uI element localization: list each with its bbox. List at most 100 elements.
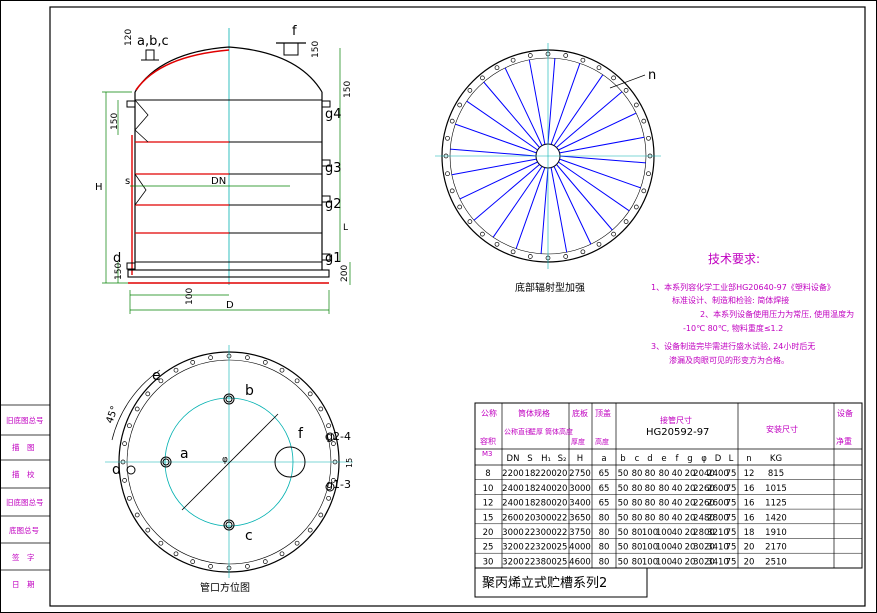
note-line-1: 1、本系列容化学工业部HG20640-97《塑料设备》 — [651, 282, 835, 292]
left-row-3: 旧底图总号 — [6, 497, 44, 507]
plan-label-b: b — [245, 383, 254, 399]
table-cell: 65 — [599, 469, 610, 479]
table-cell: 22 — [557, 513, 568, 523]
bolt-hole — [611, 231, 616, 237]
label-s: s — [125, 176, 130, 187]
rib — [558, 161, 630, 212]
plan-label-c: c — [245, 528, 253, 544]
table-cell: 50 — [618, 484, 629, 494]
break-line — [134, 99, 149, 143]
plan-bolt-hole — [318, 512, 324, 518]
note-line-2: 标准设计、制造和检验: 简体焊接 — [672, 295, 789, 305]
table-cell: 40 — [672, 557, 683, 567]
plan-bolt-hole — [262, 559, 268, 564]
bolt-hole — [623, 219, 629, 224]
table-cell: 80 — [599, 543, 610, 553]
plan-bolt-hole — [208, 355, 213, 360]
plan-label-g24: g2-4 — [326, 430, 351, 443]
table-cell: 3000 — [569, 484, 591, 494]
rib — [559, 155, 646, 164]
column-header-5: a — [601, 454, 606, 464]
table-cell: 25 — [557, 543, 568, 553]
note-line-3: 2、本系列设备使用压力为常压, 使用温度为 — [700, 309, 854, 319]
table-cell: 75 — [726, 484, 737, 494]
table-cell: 50 — [618, 557, 629, 567]
plan-bolt-hole — [158, 540, 164, 546]
plan-bolt-hole — [262, 360, 268, 365]
table-cell: 815 — [768, 469, 784, 479]
rib — [455, 123, 537, 154]
table-cell: 80 — [632, 484, 643, 494]
table-cell: 100 — [656, 543, 672, 553]
table-cell: 75 — [726, 499, 737, 509]
table-cell: 20 — [744, 543, 755, 553]
plan-bolt-hole — [245, 564, 250, 569]
table-cell: 100 — [656, 557, 672, 567]
plan-bolt-hole — [127, 495, 132, 501]
bolt-hole — [494, 241, 500, 247]
rib — [558, 112, 637, 151]
table-cell: 80 — [632, 543, 643, 553]
table-cell: 80 — [659, 513, 670, 523]
bolt-hole — [510, 249, 516, 255]
plan-bolt-hole — [294, 378, 300, 384]
th-vol: 公称 — [481, 408, 497, 418]
table-cell: 80 — [659, 469, 670, 479]
table-cell: 80 — [599, 528, 610, 538]
plan-bolt-hole — [122, 478, 127, 483]
th-volunit: M3 — [482, 450, 493, 458]
table-cell: 75 — [726, 543, 737, 553]
table-cell: 80 — [599, 513, 610, 523]
table-cell: 2400 — [502, 484, 524, 494]
table-cell: 22 — [557, 528, 568, 538]
table-cell: 20 — [483, 528, 494, 538]
column-header-0: DN — [507, 454, 520, 464]
rib — [559, 158, 641, 189]
bolt-hole — [480, 75, 485, 81]
plan-label-a: a — [180, 446, 189, 462]
column-header-12: φ — [701, 454, 707, 464]
plan-dim-15: 15 — [345, 458, 354, 468]
plan-bolt-hole — [134, 512, 140, 518]
column-header-7: c — [635, 454, 640, 464]
table-cell: 80 — [659, 484, 670, 494]
bolt-hole — [633, 102, 639, 108]
nozzle-f — [283, 42, 299, 56]
plan-bolt-hole — [279, 367, 285, 373]
table-cell: 2170 — [765, 543, 787, 553]
table-cell: 2200 — [535, 469, 557, 479]
column-header-4: H — [577, 454, 583, 464]
table-cell: 40 — [672, 484, 683, 494]
table-cell: 2200 — [502, 469, 524, 479]
th-vol2: 容积 — [480, 436, 496, 446]
table-cell: 50 — [618, 543, 629, 553]
plan-bolt-hole — [127, 423, 132, 429]
th-h1: 筒体高度 — [545, 427, 573, 436]
bottom-radial-view: n 底部辐射型加强 — [435, 43, 661, 294]
column-header-10: f — [676, 454, 680, 464]
th-weight2: 净重 — [836, 436, 852, 446]
bolt-hole — [445, 171, 450, 177]
rib — [553, 166, 592, 245]
dim-150-right: 150 — [343, 81, 353, 98]
plan-bolt-hole — [318, 406, 324, 412]
side-nozzles — [126, 100, 331, 270]
bolt-hole — [449, 188, 455, 194]
column-header-8: d — [647, 454, 652, 464]
table-cell: 16 — [744, 513, 755, 523]
table-cell: 75 — [726, 513, 737, 523]
table-cell: 3200 — [535, 543, 557, 553]
table-cell: 2750 — [569, 469, 591, 479]
column-headers: DN S H₁ S₂ Ha b c d e f g φ D Ln KG — [507, 454, 783, 464]
table-cell: 40 — [672, 528, 683, 538]
table-cell: 50 — [618, 513, 629, 523]
table-cell: 3650 — [569, 513, 591, 523]
note-line-5: 3、设备制造完毕需进行盛水试验, 24小时后无 — [651, 341, 815, 351]
dim-150-top: 150 — [311, 41, 321, 58]
label-n: n — [648, 68, 656, 83]
plan-bolt-hole — [294, 540, 300, 546]
table-cell: 3750 — [569, 528, 591, 538]
bolt-hole — [527, 53, 533, 58]
label-angle: 45° — [104, 405, 120, 425]
table-cell: 40 — [672, 499, 683, 509]
